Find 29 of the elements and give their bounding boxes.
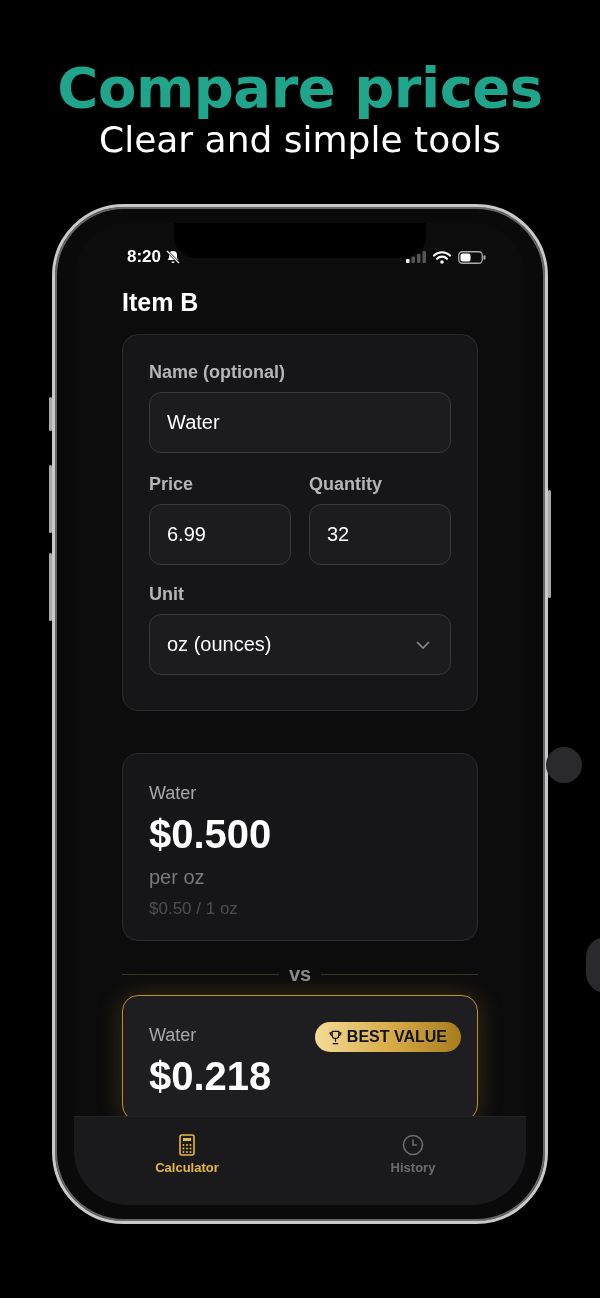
item-name: Water bbox=[149, 782, 197, 804]
name-field[interactable]: Water bbox=[149, 392, 451, 453]
item-name: Water bbox=[149, 1024, 197, 1046]
input-field[interactable]: 6.99 bbox=[149, 504, 291, 565]
subheadline: Clear and simple tools bbox=[99, 119, 501, 162]
field-label: Unit bbox=[149, 583, 185, 605]
page-title: Item B bbox=[121, 287, 200, 317]
wifi-icon bbox=[433, 250, 451, 264]
signal-icon bbox=[406, 251, 426, 263]
field-label: Quantity bbox=[309, 473, 383, 495]
headline: Compare prices bbox=[57, 58, 543, 118]
floating-dot bbox=[546, 747, 582, 783]
calculator-icon bbox=[179, 1134, 195, 1156]
field-label: Price bbox=[149, 473, 195, 495]
field-label: Name (optional) bbox=[149, 361, 286, 383]
input-field[interactable]: 32 bbox=[309, 504, 451, 565]
clock-icon bbox=[402, 1134, 424, 1156]
battery-icon bbox=[458, 250, 486, 264]
trophy-icon bbox=[328, 1029, 342, 1045]
unit-price: $0.218 bbox=[149, 1053, 273, 1100]
status-time: 8:20 bbox=[127, 247, 162, 267]
unit-dropdown[interactable]: oz (ounces) bbox=[149, 614, 451, 675]
chevron-down-icon bbox=[416, 640, 430, 649]
best-value-badge: BEST VALUE bbox=[314, 1022, 461, 1052]
vs-divider-label: vs bbox=[288, 963, 312, 985]
per-unit-label: per oz bbox=[149, 865, 206, 890]
tab[interactable]: Calculator bbox=[74, 1117, 300, 1205]
unit-price: $0.500 bbox=[149, 811, 273, 858]
price-detail: $0.50 / 1 oz bbox=[149, 898, 239, 920]
